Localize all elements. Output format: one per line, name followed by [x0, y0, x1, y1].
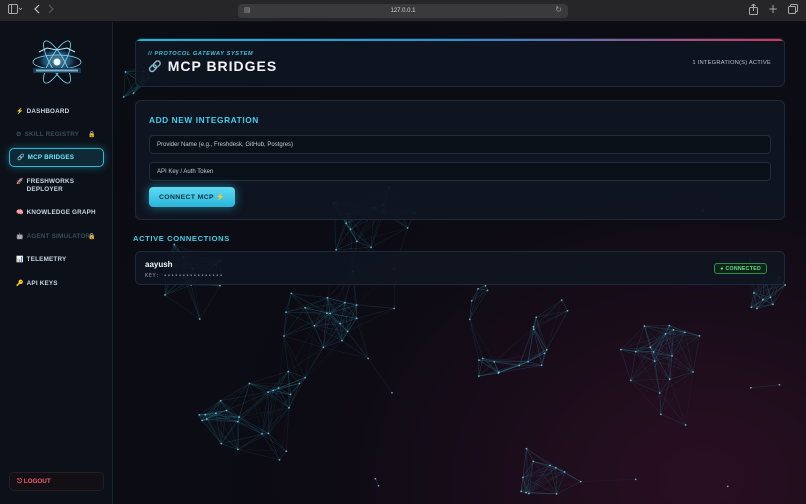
page-header: // PROTOCOL GATEWAY SYSTEM 🔗 MCP BRIDGES… [135, 38, 785, 87]
key-icon: 🔑 [16, 281, 24, 287]
chevron-left-icon[interactable] [34, 4, 40, 19]
page-title-text: MCP BRIDGES [167, 58, 278, 74]
sidebar-item-label: TELEMETRY [26, 256, 67, 263]
sidebar-item-label: SKILL REGISTRY [24, 131, 80, 138]
sidebar-item-agent-simulator: 🤖 AGENT SIMULATOR 🔒 [9, 233, 104, 241]
sidebar-item-telemetry[interactable]: 📊 TELEMETRY [9, 256, 104, 264]
sidebar-item-label: DASHBOARD [26, 108, 70, 115]
page-title: 🔗 MCP BRIDGES [148, 58, 277, 74]
main-content: // PROTOCOL GATEWAY SYSTEM 🔗 MCP BRIDGES… [114, 22, 806, 504]
status-badge: ● CONNECTED [714, 263, 767, 274]
brain-icon: 🧠 [16, 210, 24, 216]
sidebar-toggle-icon[interactable] [8, 4, 23, 19]
sidebar-item-mcp-bridges[interactable]: 🔗 MCP BRIDGES [9, 148, 104, 167]
active-connections-title: ACTIVE CONNECTIONS [133, 234, 230, 243]
logout-button[interactable]: ⎋ LOGOUT [9, 472, 104, 491]
header-accent-line [136, 39, 784, 41]
chart-icon: 📊 [16, 257, 24, 263]
sidebar-item-label: KNOWLEDGE GRAPH [26, 209, 96, 216]
rocket-icon: 🚀 [16, 179, 24, 185]
sidebar-item-label: AGENT SIMULATOR [26, 233, 91, 240]
link-icon: 🔗 [17, 154, 25, 161]
gear-icon: ⚙ [16, 132, 22, 138]
page-settings-icon[interactable]: ▤ [244, 6, 251, 14]
browser-toolbar: ▤ 127.0.0.1 ↻ + [0, 0, 806, 22]
lightning-icon: ⚡ [16, 109, 24, 115]
page-subtitle: // PROTOCOL GATEWAY SYSTEM [148, 51, 254, 57]
connection-row: aayush KEY: •••••••••••••••• ● CONNECTED [135, 251, 785, 285]
sidebar-item-dashboard[interactable]: ⚡ DASHBOARD [9, 108, 104, 116]
active-integrations-count: 1 INTEGRATION(S) ACTIVE [692, 60, 771, 66]
sidebar-item-label: API KEYS [26, 280, 58, 287]
add-integration-card: ADD NEW INTEGRATION Provider Name (e.g.,… [135, 100, 785, 220]
sidebar-item-skill-registry: ⚙ SKILL REGISTRY 🔒 [9, 131, 104, 139]
link-icon: 🔗 [148, 60, 163, 73]
sidebar: ⚡ DASHBOARD ⚙ SKILL REGISTRY 🔒 🔗 MCP BRI… [0, 22, 113, 504]
sidebar-item-freshworks-deployer[interactable]: 🚀 FRESHWORKS DEPLOYER [9, 178, 104, 194]
chevron-right-icon[interactable] [48, 4, 54, 19]
address-bar[interactable]: ▤ 127.0.0.1 ↻ [238, 4, 568, 18]
sidebar-item-label: MCP BRIDGES [27, 153, 75, 161]
api-token-input[interactable]: API Key / Auth Token [149, 162, 771, 181]
robot-icon: 🤖 [16, 234, 24, 240]
url-text: 127.0.0.1 [390, 8, 416, 14]
new-tab-icon[interactable]: + [768, 3, 778, 20]
connect-mcp-button[interactable]: CONNECT MCP ⚡ [149, 187, 235, 207]
lock-icon: 🔒 [88, 132, 96, 138]
sidebar-item-label: FRESHWORKS DEPLOYER [26, 178, 75, 193]
share-icon[interactable] [748, 3, 758, 20]
connection-key: KEY: •••••••••••••••• [145, 273, 224, 279]
lock-icon: 🔒 [88, 234, 96, 240]
app-logo [27, 38, 87, 88]
tabs-overview-icon[interactable] [788, 4, 798, 20]
sidebar-item-knowledge-graph[interactable]: 🧠 KNOWLEDGE GRAPH [9, 209, 104, 217]
reload-icon[interactable]: ↻ [555, 5, 562, 14]
form-title: ADD NEW INTEGRATION [149, 115, 259, 125]
connection-name: aayush [145, 260, 173, 269]
sidebar-item-api-keys[interactable]: 🔑 API KEYS [9, 280, 104, 288]
provider-name-input[interactable]: Provider Name (e.g., Freshdesk, GitHub, … [149, 135, 771, 154]
